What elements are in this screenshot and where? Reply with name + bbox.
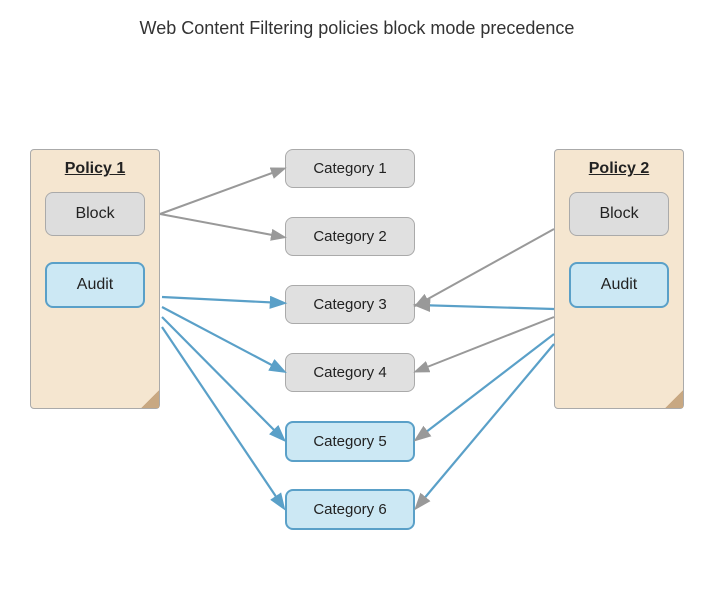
category1-box: Category 1 bbox=[285, 149, 415, 188]
policy2-block: Block bbox=[569, 192, 669, 236]
policy1-box: Policy 1 Block Audit bbox=[30, 149, 160, 409]
category4-box: Category 4 bbox=[285, 353, 415, 392]
diagram: Policy 1 Block Audit Policy 2 Block Audi… bbox=[0, 49, 714, 589]
policy1-block: Block bbox=[45, 192, 145, 236]
policy2-audit: Audit bbox=[569, 262, 669, 308]
category2-box: Category 2 bbox=[285, 217, 415, 256]
policy1-title: Policy 1 bbox=[65, 160, 125, 178]
policy1-audit: Audit bbox=[45, 262, 145, 308]
policy2-title: Policy 2 bbox=[589, 160, 649, 178]
category5-box: Category 5 bbox=[285, 421, 415, 462]
category6-box: Category 6 bbox=[285, 489, 415, 530]
category3-box: Category 3 bbox=[285, 285, 415, 324]
page-title: Web Content Filtering policies block mod… bbox=[0, 0, 714, 49]
policy2-box: Policy 2 Block Audit bbox=[554, 149, 684, 409]
